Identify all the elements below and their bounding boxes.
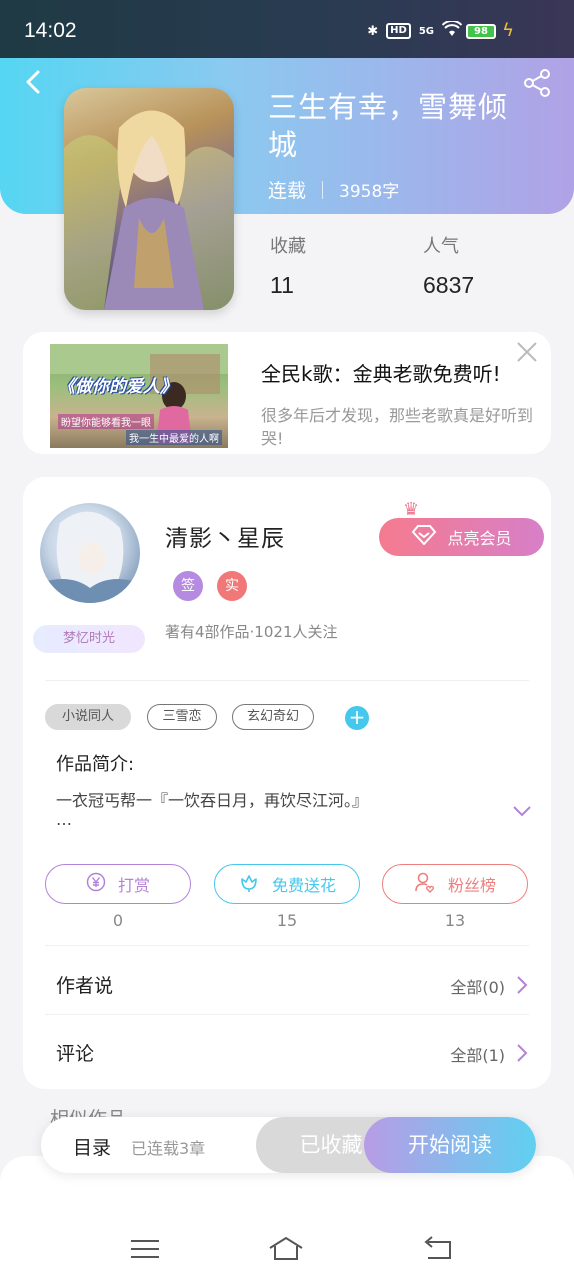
genre-tag[interactable]: 三雪恋	[147, 704, 217, 730]
back-nav-icon[interactable]	[420, 1234, 456, 1264]
ad-image-subtitle: 盼望你能够看我一眼	[58, 414, 154, 429]
book-meta: 连载 3958字	[268, 176, 399, 203]
vip-button[interactable]: 点亮会员	[379, 518, 544, 556]
author-says-count[interactable]: 全部(0)	[450, 974, 505, 998]
ad-image-subtitle: 我一生中最爱的人啊	[126, 430, 222, 445]
back-icon[interactable]	[20, 68, 48, 96]
ad-image-caption: 《做你的爱人》	[58, 377, 177, 397]
ad-image[interactable]: 《做你的爱人》 盼望你能够看我一眼 我一生中最爱的人啊	[50, 344, 228, 448]
start-reading-button[interactable]: 开始阅读	[364, 1117, 536, 1173]
close-icon[interactable]	[515, 340, 539, 364]
stat-label: 收藏	[270, 236, 306, 257]
crown-icon: ♛	[403, 499, 420, 520]
stat-value: 11	[270, 272, 294, 298]
bluetooth-icon: ✱	[367, 23, 379, 39]
tip-count: 0	[112, 911, 124, 930]
system-nav-bar	[0, 1156, 574, 1280]
chevron-right-icon[interactable]	[515, 1043, 529, 1063]
divider	[45, 945, 529, 946]
stat-popularity: 人气 6837	[423, 232, 474, 299]
vip-button-label: 点亮会员	[447, 529, 512, 548]
network-label: 5G	[418, 25, 434, 37]
ad-banner[interactable]: 《做你的爱人》 盼望你能够看我一眼 我一生中最爱的人啊 全民k歌：金典老歌免费听…	[23, 332, 551, 454]
author-avatar-badge: 梦忆时光	[33, 625, 145, 653]
author-says-label[interactable]: 作者说	[56, 971, 113, 998]
ad-title: 全民k歌：金典老歌免费听!	[261, 362, 501, 386]
status-time: 14:02	[24, 19, 77, 42]
send-flower-label: 免费送花	[271, 876, 336, 895]
flower-icon	[238, 871, 260, 897]
stat-favorites: 收藏 11	[270, 232, 306, 299]
intro-ellipsis: …	[56, 810, 72, 829]
wifi-icon	[441, 19, 463, 41]
genre-tag[interactable]: 小说同人	[45, 704, 131, 730]
stat-label: 人气	[423, 236, 459, 257]
comments-label[interactable]: 评论	[56, 1039, 94, 1066]
battery-icon: 98	[466, 24, 496, 39]
author-stats: 著有4部作品·1021人关注	[165, 623, 338, 641]
tip-button-label: 打赏	[117, 876, 150, 895]
fan-count: 13	[444, 911, 466, 930]
status-bar: 14:02 ✱ HD 5G 98 ϟ	[0, 0, 574, 58]
meta-divider	[322, 180, 324, 199]
book-cover[interactable]	[64, 88, 234, 310]
flower-count: 15	[276, 911, 298, 930]
chevron-right-icon[interactable]	[515, 975, 529, 995]
comments-count[interactable]: 全部(1)	[450, 1042, 505, 1066]
author-name[interactable]: 清影丶星辰	[165, 519, 285, 553]
yen-icon	[86, 872, 106, 896]
toc-button[interactable]: 目录	[73, 1133, 111, 1160]
bottom-action-bar: 目录 已连载3章 已收藏 开始阅读	[41, 1117, 536, 1173]
genre-tag[interactable]: 玄幻奇幻	[232, 704, 314, 730]
chapter-count: 已连载3章	[131, 1139, 206, 1158]
fan-icon	[414, 871, 436, 897]
ad-description: 很多年后才发现，那些老歌真是好听到哭!	[261, 406, 534, 448]
stat-value: 6837	[423, 272, 475, 298]
chevron-down-icon[interactable]	[511, 800, 533, 822]
menu-icon[interactable]	[127, 1234, 163, 1264]
book-detail-card: 梦忆时光 清影丶星辰 签 实 著有4部作品·1021人关注 ♛ 点亮会员 小说同…	[23, 477, 551, 1089]
add-tag-icon[interactable]: +	[345, 706, 369, 730]
divider	[45, 680, 529, 681]
hd-icon: HD	[386, 23, 411, 39]
home-icon[interactable]	[268, 1234, 304, 1264]
author-avatar[interactable]	[40, 503, 140, 603]
intro-label: 作品简介:	[56, 754, 135, 775]
book-word-count: 3958字	[339, 182, 400, 202]
fan-ranking-label: 粉丝榜	[447, 876, 496, 895]
book-status: 连载	[268, 180, 307, 202]
verified-badge: 实	[217, 571, 247, 601]
status-icons: ✱ HD 5G	[367, 19, 463, 41]
divider	[45, 1014, 529, 1015]
send-flower-button[interactable]: 免费送花	[214, 864, 360, 904]
signed-badge: 签	[173, 571, 203, 601]
intro-text: 一衣冠丐帮一『一饮吞日月，再饮尽江河。』	[56, 791, 369, 810]
charging-icon: ϟ	[502, 20, 514, 41]
fan-ranking-button[interactable]: 粉丝榜	[382, 864, 528, 904]
tip-button[interactable]: 打赏	[45, 864, 191, 904]
book-title: 三生有幸，雪舞倾城	[268, 90, 509, 162]
diamond-icon	[411, 525, 437, 549]
